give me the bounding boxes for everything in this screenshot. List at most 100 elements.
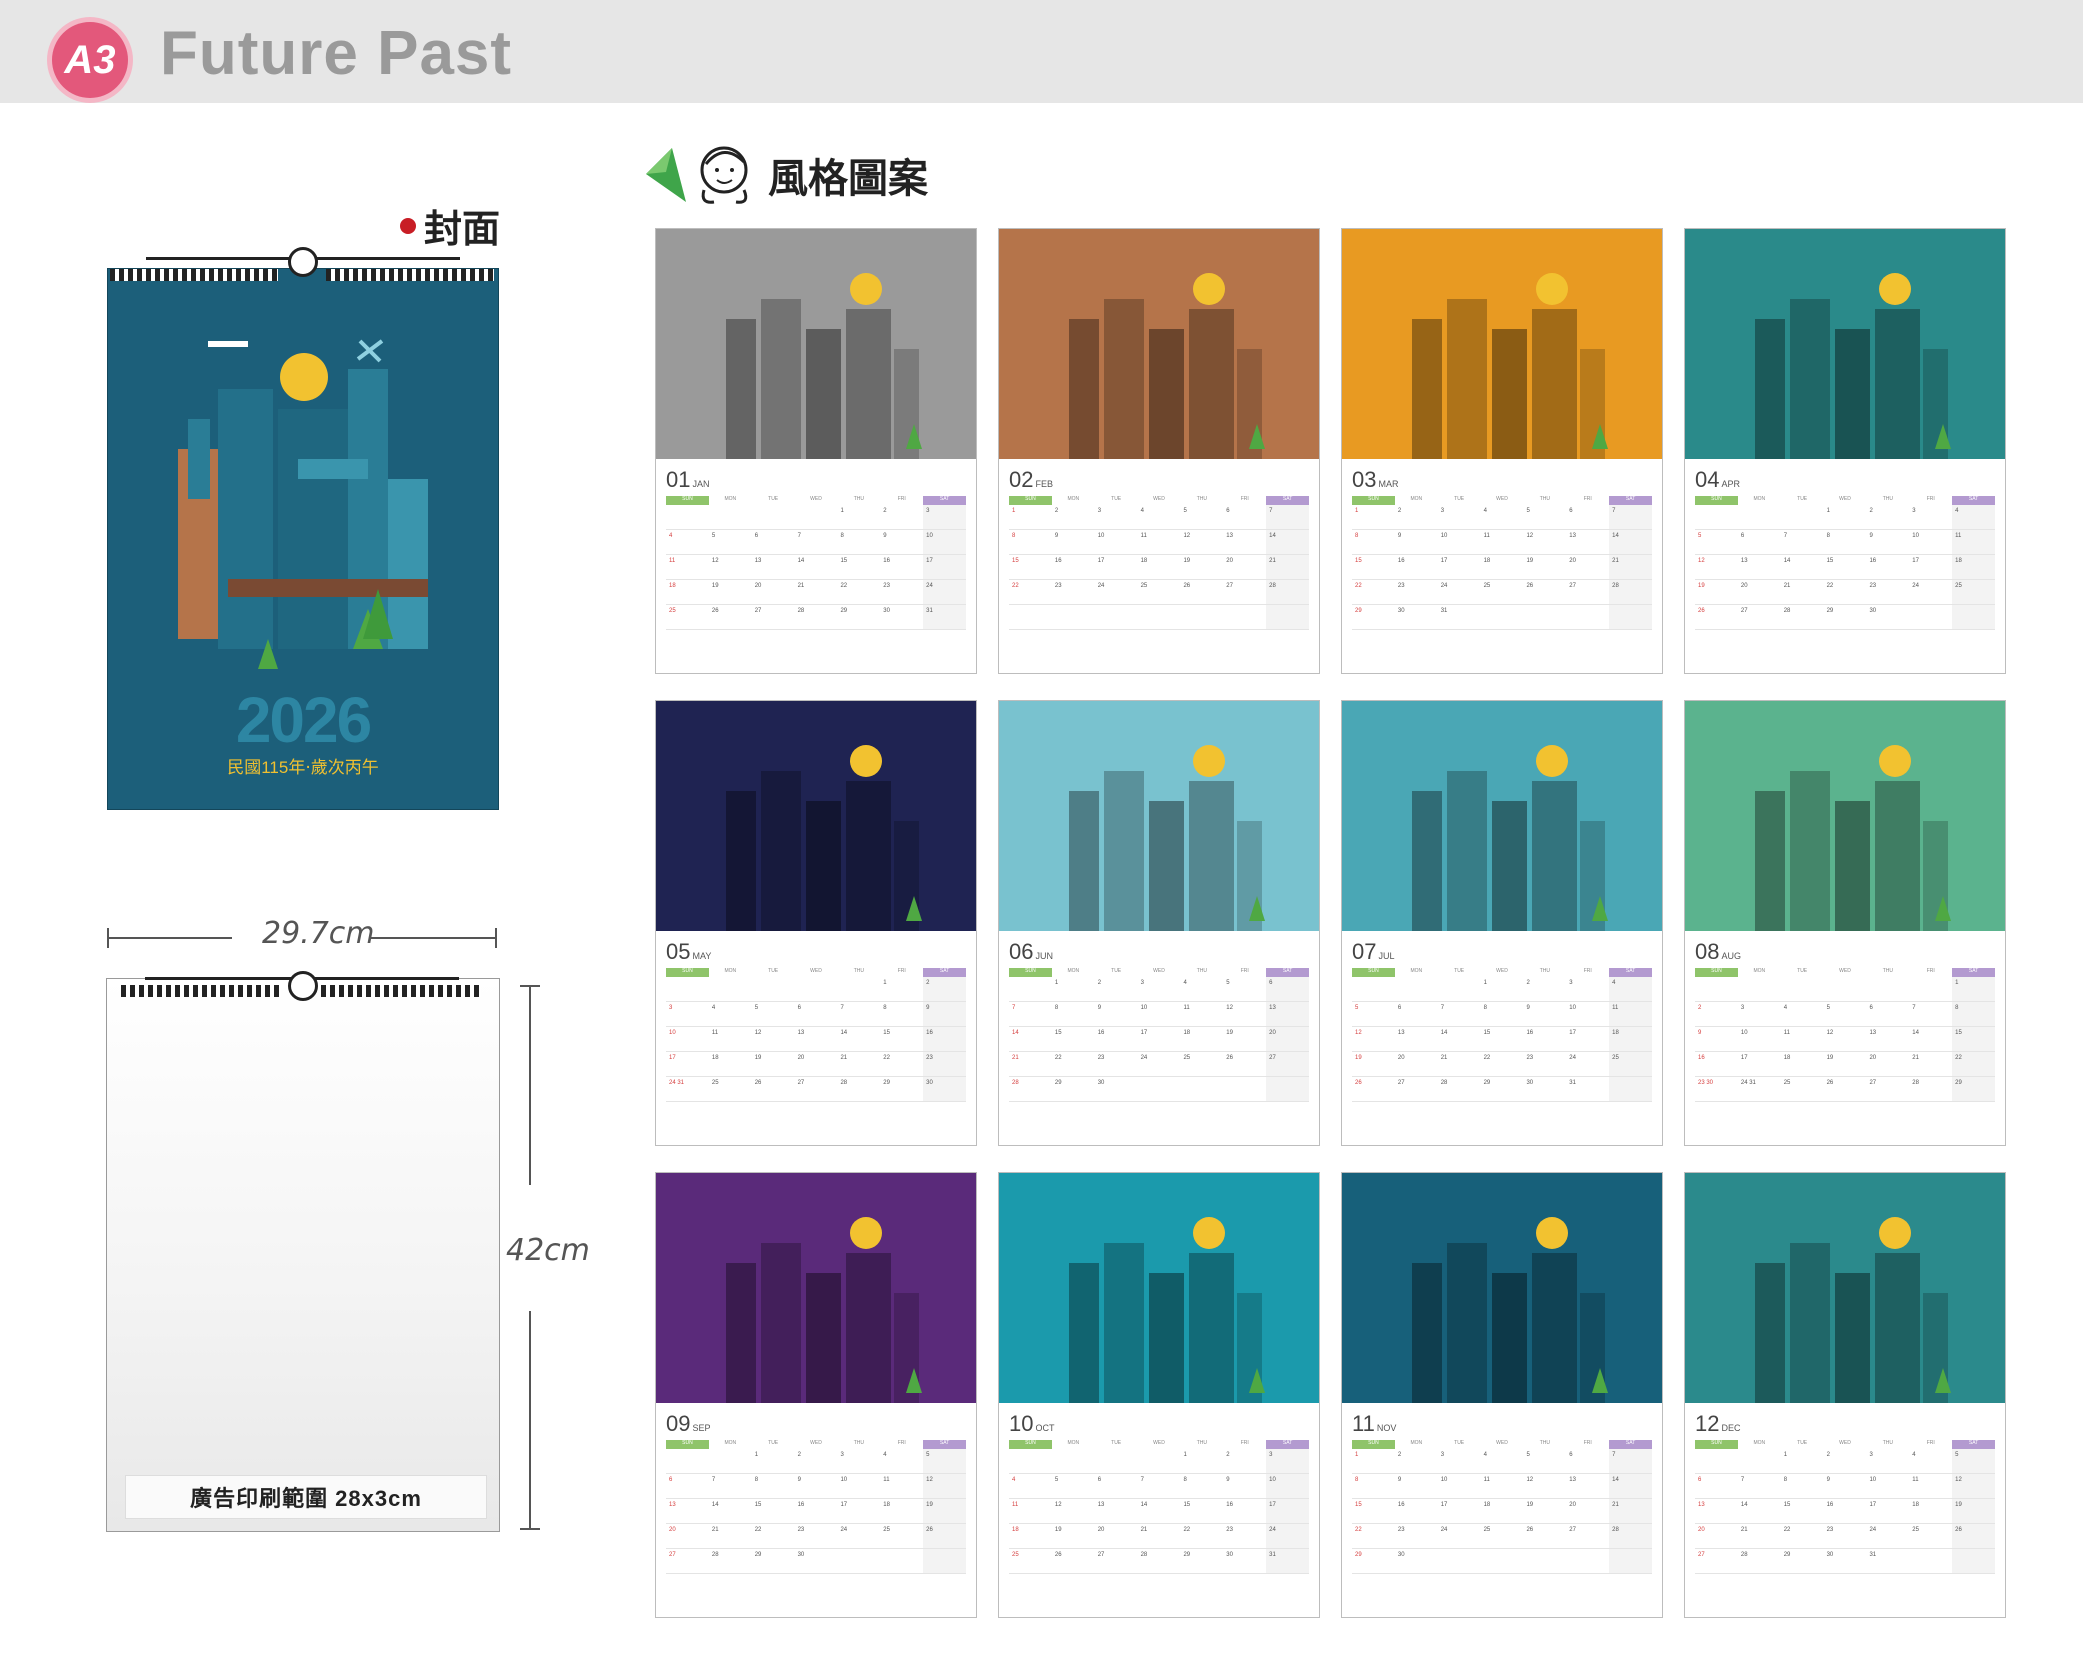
width-dimension: 29.7cm bbox=[107, 916, 497, 951]
calendar-day: 28 bbox=[1266, 580, 1310, 604]
calendar-day: 7 bbox=[711, 1477, 716, 1483]
calendar-day: 20 bbox=[1740, 583, 1748, 589]
calendar-week-row: 29 30 31 bbox=[1352, 605, 1653, 630]
calendar-day: 15 bbox=[1183, 1502, 1191, 1508]
calendar-day: 17 bbox=[669, 1055, 676, 1061]
calendar-day: 28 bbox=[1783, 608, 1791, 614]
calendar-day: 12 bbox=[1226, 1005, 1233, 1011]
calendar-day: 11 bbox=[1783, 1030, 1790, 1036]
calendar-day: 15 bbox=[1012, 558, 1019, 564]
calendar-week-row: 26 27 28 29 30 bbox=[1695, 605, 1996, 630]
calendar-day bbox=[752, 505, 795, 529]
month-number: 02 FEB bbox=[1009, 467, 1053, 493]
calendar-day: 12 bbox=[923, 1474, 967, 1498]
calendar-day: 7 bbox=[1012, 1005, 1016, 1011]
calendar-day: 29 bbox=[1783, 1552, 1791, 1558]
calendar-day: 24 bbox=[923, 580, 967, 604]
calendar-week-row: 19 20 21 22 23 24 25 bbox=[1352, 1052, 1653, 1077]
weekday-header: SUN bbox=[1695, 496, 1738, 505]
cover-label-text: 封面 bbox=[424, 209, 501, 251]
calendar-day: 25 bbox=[1609, 1052, 1653, 1076]
month-name: APR bbox=[1721, 479, 1740, 489]
calendar-day: 4 bbox=[883, 1452, 887, 1458]
calendar-day: 30 bbox=[923, 1077, 967, 1101]
calendar-week-row: 1 2 3 4 5 6 bbox=[1009, 977, 1310, 1002]
calendar-day: 5 bbox=[1826, 1005, 1830, 1011]
weekday-header: WED bbox=[810, 968, 822, 974]
weekday-header: FRI bbox=[897, 968, 906, 974]
calendar-day: 9 bbox=[1097, 1005, 1102, 1011]
calendar-day: 21 bbox=[1266, 555, 1310, 579]
calendar-day: 13 bbox=[1266, 1002, 1310, 1026]
weekday-header: SAT bbox=[1266, 496, 1310, 505]
calendar-day: 4 bbox=[1912, 1452, 1916, 1458]
calendar-day: 20 bbox=[1226, 558, 1233, 564]
weekday-header: TUE bbox=[768, 1440, 779, 1446]
calendar-day: 4 bbox=[1483, 1452, 1487, 1458]
calendar-day: 24 bbox=[1440, 1527, 1448, 1533]
calendar-day: 12 bbox=[711, 558, 719, 564]
calendar-day: 19 bbox=[1054, 1527, 1062, 1533]
calendar-day: 20 bbox=[1097, 1527, 1105, 1533]
weekday-header: SAT bbox=[1952, 496, 1996, 505]
calendar-day: 27 bbox=[754, 608, 762, 614]
weekday-header: SAT bbox=[1609, 1440, 1653, 1449]
header-bar: A3 Future Past bbox=[0, 0, 2083, 103]
ad-print-area: 廣告印刷範圍 28x3cm bbox=[125, 1475, 487, 1519]
weekday-header: FRI bbox=[1926, 968, 1935, 974]
calendar-day: 29 bbox=[1355, 608, 1362, 614]
calendar-day: 4 bbox=[711, 1005, 716, 1011]
size-badge: A3 bbox=[52, 22, 128, 98]
calendar-day: 19 bbox=[711, 583, 719, 589]
month-num-text: 09 bbox=[666, 1411, 691, 1436]
calendar-day: 2 bbox=[1826, 1452, 1830, 1458]
calendar-day: 14 bbox=[1912, 1030, 1919, 1036]
calendar-day bbox=[1009, 977, 1052, 1001]
calendar-day: 11 bbox=[1183, 1005, 1190, 1011]
calendar-day: 28 bbox=[1609, 580, 1653, 604]
weekday-header: SUN bbox=[666, 1440, 709, 1449]
weekday-header: SAT bbox=[923, 1440, 967, 1449]
calendar-day: 28 bbox=[1740, 1552, 1748, 1558]
calendar-day bbox=[1095, 1449, 1138, 1473]
calendar-day: 23 bbox=[1397, 1527, 1405, 1533]
weekday-header: TUE bbox=[1111, 1440, 1122, 1446]
calendar-day bbox=[795, 505, 838, 529]
month-card: 08 AUG SUN MON TUE WED THU FRI SAT 1 2 3 4 5 6 7 8 9 10 11 1… bbox=[1684, 700, 2006, 1146]
calendar-day: 6 bbox=[797, 1005, 801, 1011]
weekday-header: TUE bbox=[1454, 1440, 1465, 1446]
city-illustration bbox=[1412, 273, 1608, 459]
calendar-day: 21 bbox=[1609, 555, 1653, 579]
weekday-header: WED bbox=[1839, 496, 1851, 502]
calendar-day: 22 bbox=[883, 1055, 890, 1061]
calendar-week-row: 5 6 7 8 9 10 11 bbox=[1695, 530, 1996, 555]
month-num-text: 11 bbox=[1352, 1411, 1375, 1436]
calendar-day: 8 bbox=[1355, 533, 1359, 539]
calendar-day: 15 bbox=[883, 1030, 890, 1036]
calendar-day: 28 bbox=[1440, 1080, 1448, 1086]
weekday-header: TUE bbox=[1454, 496, 1465, 502]
calendar-day: 8 bbox=[840, 533, 844, 539]
calendar-day: 8 bbox=[1012, 533, 1016, 539]
calendar-day: 21 bbox=[797, 583, 805, 589]
calendar-week-row: 8 9 10 11 12 13 14 bbox=[1009, 530, 1310, 555]
weekday-header: FRI bbox=[1926, 1440, 1935, 1446]
month-calendar-grid: SUN MON TUE WED THU FRI SAT 1 2 3 4 5 6 7 8 9 10 11 12 13 14… bbox=[1352, 968, 1653, 1102]
city-illustration bbox=[726, 1217, 922, 1403]
calendar-day: 30 bbox=[1826, 1552, 1834, 1558]
calendar-day: 14 bbox=[1783, 558, 1791, 564]
weekday-header: TUE bbox=[768, 968, 779, 974]
calendar-week-row: 10 11 12 13 14 15 16 bbox=[666, 1027, 967, 1052]
calendar-day bbox=[1523, 1549, 1566, 1573]
calendar-day: 15 bbox=[1355, 1502, 1362, 1508]
calendar-day: 1 bbox=[1355, 1452, 1359, 1458]
calendar-day: 1 bbox=[1355, 508, 1359, 514]
weekday-header: SUN bbox=[1352, 968, 1395, 977]
weekday-header: WED bbox=[1839, 1440, 1851, 1446]
calendar-day: 10 bbox=[923, 530, 967, 554]
calendar-day: 27 bbox=[1569, 1527, 1576, 1533]
calendar-day: 8 bbox=[1952, 1002, 1996, 1026]
weekday-header: SUN bbox=[666, 496, 709, 505]
calendar-day: 13 bbox=[1869, 1030, 1877, 1036]
calendar-day: 5 bbox=[754, 1005, 759, 1011]
